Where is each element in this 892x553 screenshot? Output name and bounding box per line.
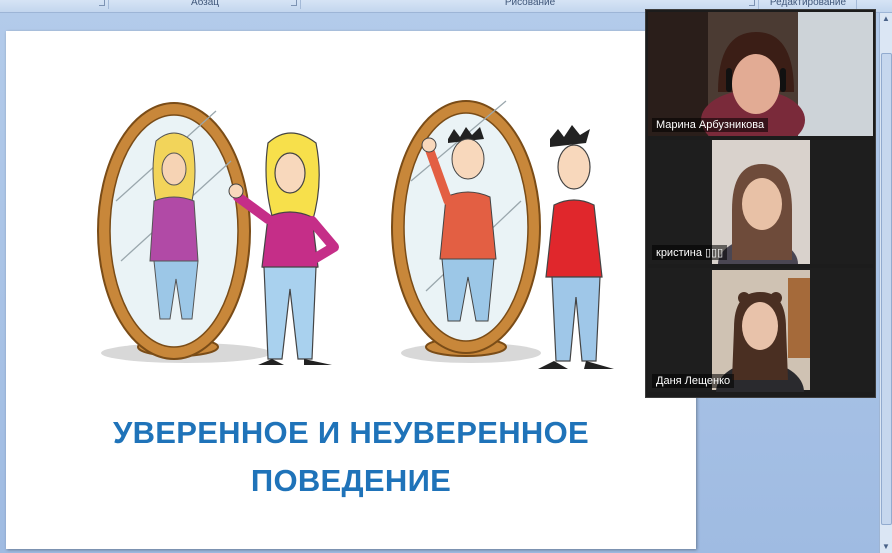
vertical-scrollbar[interactable]: ▲ ▼ bbox=[879, 13, 892, 553]
slide-title-line2: ПОВЕДЕНИЕ bbox=[250, 463, 452, 498]
ribbon-group-font[interactable] bbox=[0, 0, 109, 9]
participant-name: кристина ▯▯▯ bbox=[652, 245, 728, 260]
dialog-launcher-icon[interactable] bbox=[99, 0, 105, 6]
dialog-launcher-icon[interactable] bbox=[749, 0, 755, 6]
video-gallery-panel: Марина Арбузникова кристина ▯▯▯ Даня Лещ… bbox=[645, 9, 876, 398]
ribbon-group-editing[interactable]: Редактирование bbox=[760, 0, 857, 9]
ribbon-group-label: Редактирование bbox=[769, 0, 847, 8]
participant-name: Даня Лещенко bbox=[652, 374, 735, 388]
scroll-up-icon[interactable]: ▲ bbox=[882, 15, 890, 23]
scroll-thumb[interactable] bbox=[881, 53, 892, 525]
participant-name: Марина Арбузникова bbox=[652, 118, 769, 132]
scroll-down-icon[interactable]: ▼ bbox=[882, 543, 890, 551]
ribbon-group-label: Рисование bbox=[504, 0, 556, 8]
ribbon-group-drawing[interactable]: Рисование bbox=[302, 0, 759, 9]
ribbon-group-label: Абзац bbox=[190, 0, 220, 8]
dialog-launcher-icon[interactable] bbox=[291, 0, 297, 6]
slide-title-line1: УВЕРЕННОЕ И НЕУВЕРЕННОЕ bbox=[112, 415, 589, 450]
video-tile-participant-1[interactable]: Марина Арбузникова bbox=[648, 12, 873, 136]
video-tile-participant-3[interactable]: Даня Лещенко bbox=[648, 268, 873, 392]
ribbon-group-paragraph[interactable]: Абзац bbox=[110, 0, 301, 9]
mirror-illustration bbox=[97, 100, 614, 369]
video-tile-participant-2[interactable]: кристина ▯▯▯ bbox=[648, 140, 873, 264]
slide-canvas[interactable]: УВЕРЕННОЕ И НЕУВЕРЕННОЕ ПОВЕДЕНИЕ bbox=[6, 31, 696, 549]
